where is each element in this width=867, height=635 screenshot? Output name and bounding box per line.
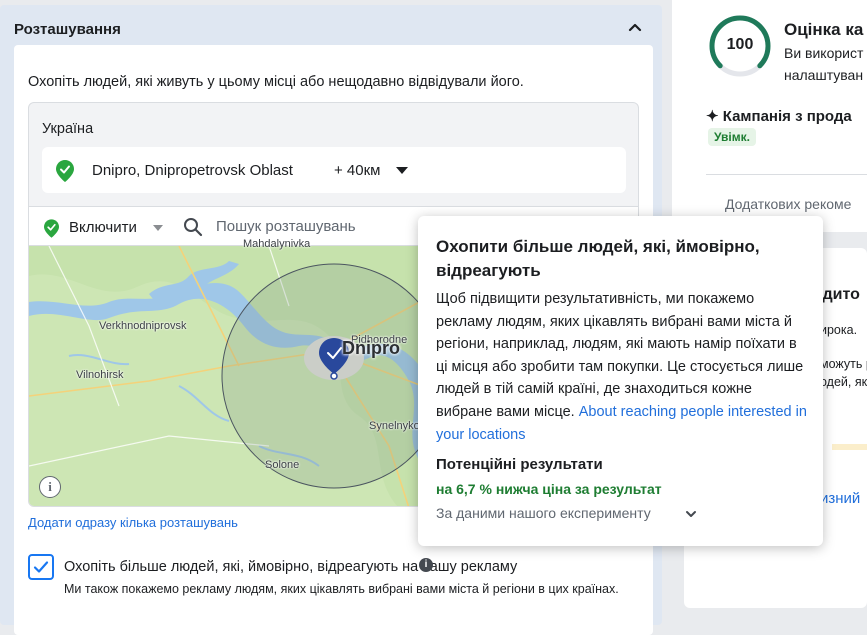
map-label: Mahdalynivka: [243, 238, 311, 250]
status-badge: Увімк.: [708, 128, 756, 146]
country-label: Україна: [42, 121, 94, 137]
reach-more-sublabel: Ми також покажемо рекламу людям, яких ці…: [64, 582, 619, 596]
card-text: одей, які: [820, 375, 867, 389]
score-title: Оцінка ка: [784, 20, 864, 39]
caret-down-icon[interactable]: [153, 225, 163, 231]
location-search-input[interactable]: [214, 213, 414, 239]
map-label: Vilnohirsk: [76, 369, 124, 381]
chevron-up-icon[interactable]: [626, 19, 644, 37]
map-label: Solone: [265, 459, 300, 471]
tooltip-title: Охопити більше людей, які, ймовірно, від…: [436, 237, 760, 280]
chevron-down-icon[interactable]: [684, 507, 698, 521]
selected-location-row[interactable]: Dnipro, Dnipropetrovsk Oblast + 40км: [42, 147, 626, 193]
location-pin-icon: [56, 160, 74, 182]
reach-more-label: Охопіть більше людей, які, ймовірно, від…: [64, 559, 518, 575]
caret-down-icon[interactable]: [396, 167, 408, 174]
tooltip-metric: на 6,7 % нижча ціна за результат: [436, 481, 662, 497]
tooltip-results-title: Потенційні результати: [436, 456, 603, 473]
location-pin-icon: [44, 219, 59, 238]
map-label: Verkhnodniprovsk: [99, 320, 187, 332]
section-title: Розташування: [14, 21, 121, 38]
score-description: налаштуван: [784, 67, 864, 83]
tooltip-body: Щоб підвищити результативність, ми покаж…: [436, 288, 811, 446]
search-icon: [184, 218, 203, 237]
location-intro: Охопіть людей, які живуть у цьому місці …: [28, 74, 524, 90]
radius-dropdown[interactable]: + 40км: [334, 162, 381, 179]
sparkle-icon: ✦: [706, 108, 723, 125]
more-recommendations[interactable]: Додаткових рекоме: [725, 196, 851, 212]
selected-location-name: Dnipro, Dnipropetrovsk Oblast: [92, 162, 293, 179]
card-text: ирока.: [820, 323, 858, 337]
divider: [706, 174, 867, 175]
score-description: Ви використ: [784, 45, 864, 61]
campaign-title-text: Кампанія з прода: [722, 108, 852, 125]
tooltip-body-text: Щоб підвищити результативність, ми покаж…: [436, 291, 804, 420]
campaign-title: ✦ Кампанія з прода: [706, 107, 852, 125]
map-city-label: Dnipro: [342, 338, 400, 358]
score-value: 100: [726, 36, 754, 53]
info-icon[interactable]: i: [419, 558, 433, 572]
map-info-icon[interactable]: i: [39, 476, 61, 498]
reach-more-checkbox[interactable]: [28, 554, 54, 580]
highlight-bar: [832, 444, 867, 450]
bulk-add-locations-link[interactable]: Додати одразу кілька розташувань: [28, 515, 238, 530]
card-text: можуть рек: [820, 357, 867, 371]
tooltip-source-dropdown[interactable]: За даними нашого експерименту: [436, 505, 651, 521]
checkmark-icon: [33, 561, 49, 573]
card-link[interactable]: изний: [820, 490, 860, 507]
include-dropdown[interactable]: Включити: [69, 219, 137, 236]
reach-more-tooltip: Охопити більше людей, які, ймовірно, від…: [418, 216, 823, 546]
